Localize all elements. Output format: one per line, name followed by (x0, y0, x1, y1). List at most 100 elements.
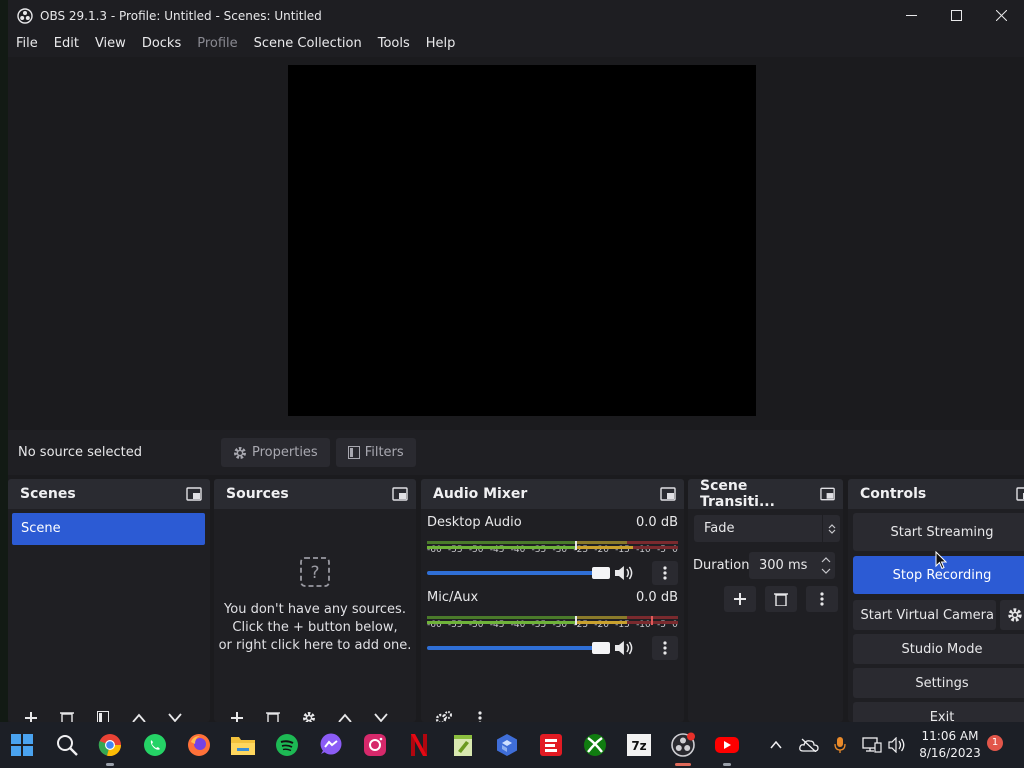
menu-help[interactable]: Help (418, 31, 464, 57)
maximize-button[interactable] (934, 0, 979, 31)
taskbar-whatsapp[interactable] (140, 730, 170, 760)
instagram-icon (364, 734, 386, 756)
duration-spinbox[interactable]: 300 ms (749, 552, 835, 579)
menu-docks[interactable]: Docks (134, 31, 189, 57)
settings-button[interactable]: Settings (853, 668, 1024, 698)
move-source-down-button[interactable] (366, 705, 396, 722)
menu-edit[interactable]: Edit (46, 31, 87, 57)
transition-menu-button[interactable] (806, 586, 838, 612)
close-button[interactable] (979, 0, 1024, 31)
menu-tools[interactable]: Tools (370, 31, 418, 57)
taskbar-instagram[interactable] (360, 730, 390, 760)
empty-line-3: or right click here to add one. (218, 638, 412, 653)
empty-line-2: Click the + button below, (232, 620, 398, 635)
scene-filters-button[interactable] (88, 705, 118, 722)
filter-icon (347, 446, 360, 459)
move-scene-up-button[interactable] (124, 705, 154, 722)
start-streaming-button[interactable]: Start Streaming (853, 513, 1024, 551)
trash-icon (774, 593, 788, 606)
spotify-icon (276, 734, 298, 756)
taskbar-youtube[interactable] (712, 730, 742, 766)
undock-icon[interactable] (820, 487, 835, 501)
volume-slider-handle[interactable] (592, 642, 611, 654)
virtual-camera-settings-button[interactable] (1000, 600, 1024, 630)
remove-transition-button[interactable] (765, 586, 797, 612)
remove-scene-button[interactable] (52, 705, 82, 722)
filters-button[interactable]: Filters (335, 438, 416, 467)
chevron-up-icon (770, 741, 782, 749)
tray-onedrive[interactable] (797, 722, 821, 768)
menu-scene-collection[interactable]: Scene Collection (246, 31, 370, 57)
taskbar-search-button[interactable] (52, 730, 82, 760)
minimize-button[interactable] (889, 0, 934, 31)
remove-source-button[interactable] (258, 705, 288, 722)
mixer-channel-desktop-audio: Desktop Audio 0.0 dB -60 -55 -50 -45 -40 -35-… (427, 515, 678, 585)
mixer-toolbar (421, 704, 495, 722)
tray-microphone[interactable] (830, 722, 850, 768)
tray-volume[interactable] (886, 722, 908, 768)
taskbar-7zip[interactable]: 7z (624, 730, 654, 760)
preview-canvas[interactable] (288, 65, 756, 416)
undock-icon[interactable] (660, 487, 676, 501)
plus-icon (231, 712, 243, 722)
menu-profile[interactable]: Profile (189, 31, 245, 57)
channel-menu-button[interactable] (652, 636, 678, 660)
mouse-cursor-icon (935, 551, 947, 570)
sources-list[interactable]: ? You don't have any sources. Click the … (214, 509, 416, 722)
taskbar-espn[interactable] (536, 730, 566, 760)
scenes-list[interactable]: Scene (8, 509, 210, 722)
volume-slider[interactable] (427, 642, 611, 654)
controls-title: Controls (860, 486, 927, 502)
microphone-icon (834, 737, 846, 753)
taskbar-firefox[interactable] (184, 730, 214, 760)
move-source-up-button[interactable] (330, 705, 360, 722)
taskbar-clock[interactable]: 11:06 AM 8/16/2023 (914, 728, 986, 762)
taskbar-messenger[interactable] (316, 730, 346, 760)
speaker-icon[interactable] (614, 640, 634, 656)
volume-meter-graphic (427, 541, 678, 550)
add-scene-button[interactable] (16, 705, 46, 722)
audio-mixer-dock: Audio Mixer Desktop Audio 0.0 dB -60 -55-… (421, 479, 684, 722)
gear-icon (234, 446, 246, 459)
advanced-audio-button[interactable] (429, 705, 459, 722)
properties-button[interactable]: Properties (221, 438, 330, 467)
taskbar-xbox[interactable] (580, 730, 610, 760)
taskbar-netflix[interactable] (404, 730, 434, 760)
taskbar-spotify[interactable] (272, 730, 302, 760)
studio-mode-button[interactable]: Studio Mode (853, 634, 1024, 664)
taskbar-chrome[interactable] (95, 730, 125, 766)
transition-select[interactable]: Fade (694, 515, 840, 542)
exit-button[interactable]: Exit (853, 702, 1024, 722)
taskbar-notepad-plus[interactable] (448, 730, 478, 760)
tray-network[interactable] (860, 722, 884, 768)
menu-view[interactable]: View (87, 31, 134, 57)
undock-icon[interactable] (1016, 487, 1024, 501)
undock-icon[interactable] (392, 487, 408, 501)
move-scene-down-button[interactable] (160, 705, 190, 722)
start-button[interactable] (7, 730, 37, 760)
channel-menu-button[interactable] (652, 561, 678, 585)
taskbar-file-explorer[interactable] (228, 730, 258, 760)
source-properties-button[interactable] (294, 705, 324, 722)
transitions-title: Scene Transiti... (700, 479, 775, 510)
start-virtual-camera-button[interactable]: Start Virtual Camera (853, 600, 996, 630)
title-bar: OBS 29.1.3 - Profile: Untitled - Scenes:… (8, 0, 1024, 31)
menu-file[interactable]: File (8, 31, 46, 57)
tray-overflow-button[interactable] (766, 722, 786, 768)
add-transition-button[interactable] (724, 586, 756, 612)
volume-slider[interactable] (427, 567, 611, 579)
taskbar-obs[interactable] (668, 730, 698, 766)
spin-arrows-icon[interactable] (821, 556, 831, 576)
notification-badge[interactable]: 1 (987, 735, 1003, 751)
speaker-icon[interactable] (614, 565, 634, 581)
gears-icon (435, 711, 452, 722)
start-icon (11, 734, 33, 756)
background-window-edge (0, 0, 8, 722)
mixer-menu-button[interactable] (465, 705, 495, 722)
add-source-button[interactable] (222, 705, 252, 722)
scene-list-item[interactable]: Scene (12, 513, 205, 545)
volume-slider-handle[interactable] (592, 567, 611, 579)
undock-icon[interactable] (186, 487, 202, 501)
mixer-channel-mic-aux: Mic/Aux 0.0 dB -60 -55 -50 -45 -40 -35 -30 -25-… (427, 590, 678, 660)
taskbar-app-cube[interactable] (492, 730, 522, 760)
